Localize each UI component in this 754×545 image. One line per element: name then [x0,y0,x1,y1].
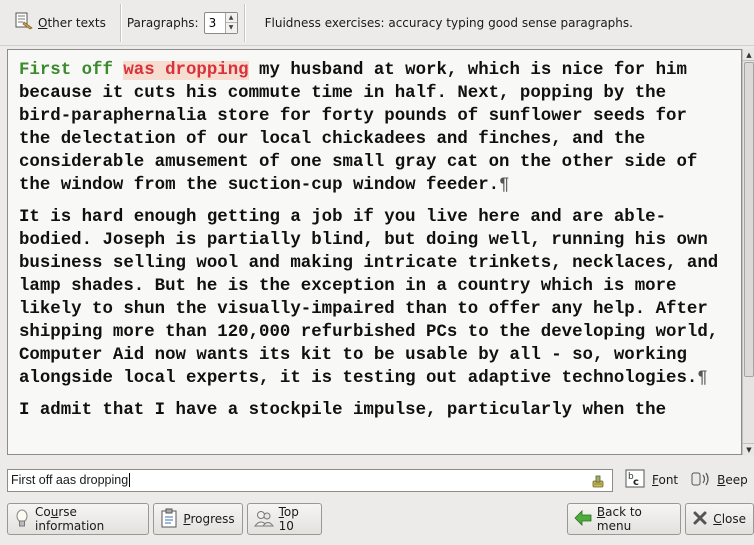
paragraphs-spinner[interactable]: ▲ ▼ [203,11,238,34]
other-texts-button[interactable]: Other texts [6,6,114,40]
text-caret [129,473,131,487]
paragraph-2-text: It is hard enough getting a job if you l… [19,208,719,388]
clipboard-icon [160,508,178,531]
beep-button[interactable]: Beep [690,469,748,492]
top-10-button[interactable]: Top 10 [246,503,322,535]
bottom-bar: Course information Progress Top 10 Back … [0,499,754,539]
scroll-down-icon[interactable]: ▼ [743,443,754,455]
scroll-thumb[interactable] [744,62,754,377]
pilcrow-mark: ¶ [499,176,510,195]
typing-row: First off aas dropping b c Font Beep [0,462,754,498]
typing-input[interactable]: First off aas dropping [7,468,613,492]
arrow-left-icon [574,509,592,529]
paragraph-3: I admit that I have a stockpile impulse,… [19,399,722,422]
beep-label: Beep [717,473,748,487]
typing-input-value: First off aas dropping [11,473,129,487]
clear-input-icon[interactable] [590,473,606,492]
paragraph-1-text: my husband at work, which is nice for hi… [19,61,698,195]
top-toolbar: Other texts Paragraphs: ▲ ▼ Fluidness ex… [0,0,754,46]
pilcrow-mark: ¶ [697,369,708,388]
course-information-button[interactable]: Course information [7,503,150,535]
back-to-menu-label: Back to menu [596,505,642,533]
top-10-label: Top 10 [278,505,299,533]
paragraph-1: First off was dropping my husband at wor… [19,59,722,197]
speaker-icon [690,469,712,492]
spinner-down-icon[interactable]: ▼ [225,23,237,33]
spinner-up-icon[interactable]: ▲ [225,12,237,23]
progress-label: Progress [183,512,235,526]
document-icon [14,12,34,33]
paragraph-2: It is hard enough getting a job if you l… [19,206,722,390]
close-icon [692,510,708,529]
svg-text:c: c [633,477,639,488]
font-icon: b c [625,469,647,492]
exercise-text: First off was dropping my husband at wor… [8,50,732,422]
scroll-up-icon[interactable]: ▲ [743,49,754,61]
paragraphs-label: Paragraphs: [126,15,199,30]
lightbulb-icon [14,508,30,531]
close-button[interactable]: Close [685,503,754,535]
exercise-text-area: First off was dropping my husband at wor… [7,49,742,455]
spinner-arrows: ▲ ▼ [224,12,237,33]
typed-error-text: was dropping [123,61,249,80]
text-scrollbar[interactable]: ▲ ▼ [742,49,754,455]
paragraphs-input[interactable] [204,12,225,33]
font-button[interactable]: b c Font [625,469,678,492]
close-label: Close [713,512,746,526]
progress-button[interactable]: Progress [153,503,243,535]
toolbar-separator [119,3,121,42]
back-to-menu-button[interactable]: Back to menu [566,503,682,535]
paragraph-3-text: I admit that I have a stockpile impulse,… [19,401,667,420]
other-texts-label: Other texts [38,15,106,30]
font-label: Font [652,473,679,487]
toolbar-separator [243,3,245,42]
exercise-title: Fluidness exercises: accuracy typing goo… [264,15,633,30]
typed-correct-text: First off [19,61,113,80]
users-icon [253,508,274,531]
course-information-label: Course information [35,505,105,533]
paragraphs-group: Paragraphs: ▲ ▼ [126,11,238,34]
